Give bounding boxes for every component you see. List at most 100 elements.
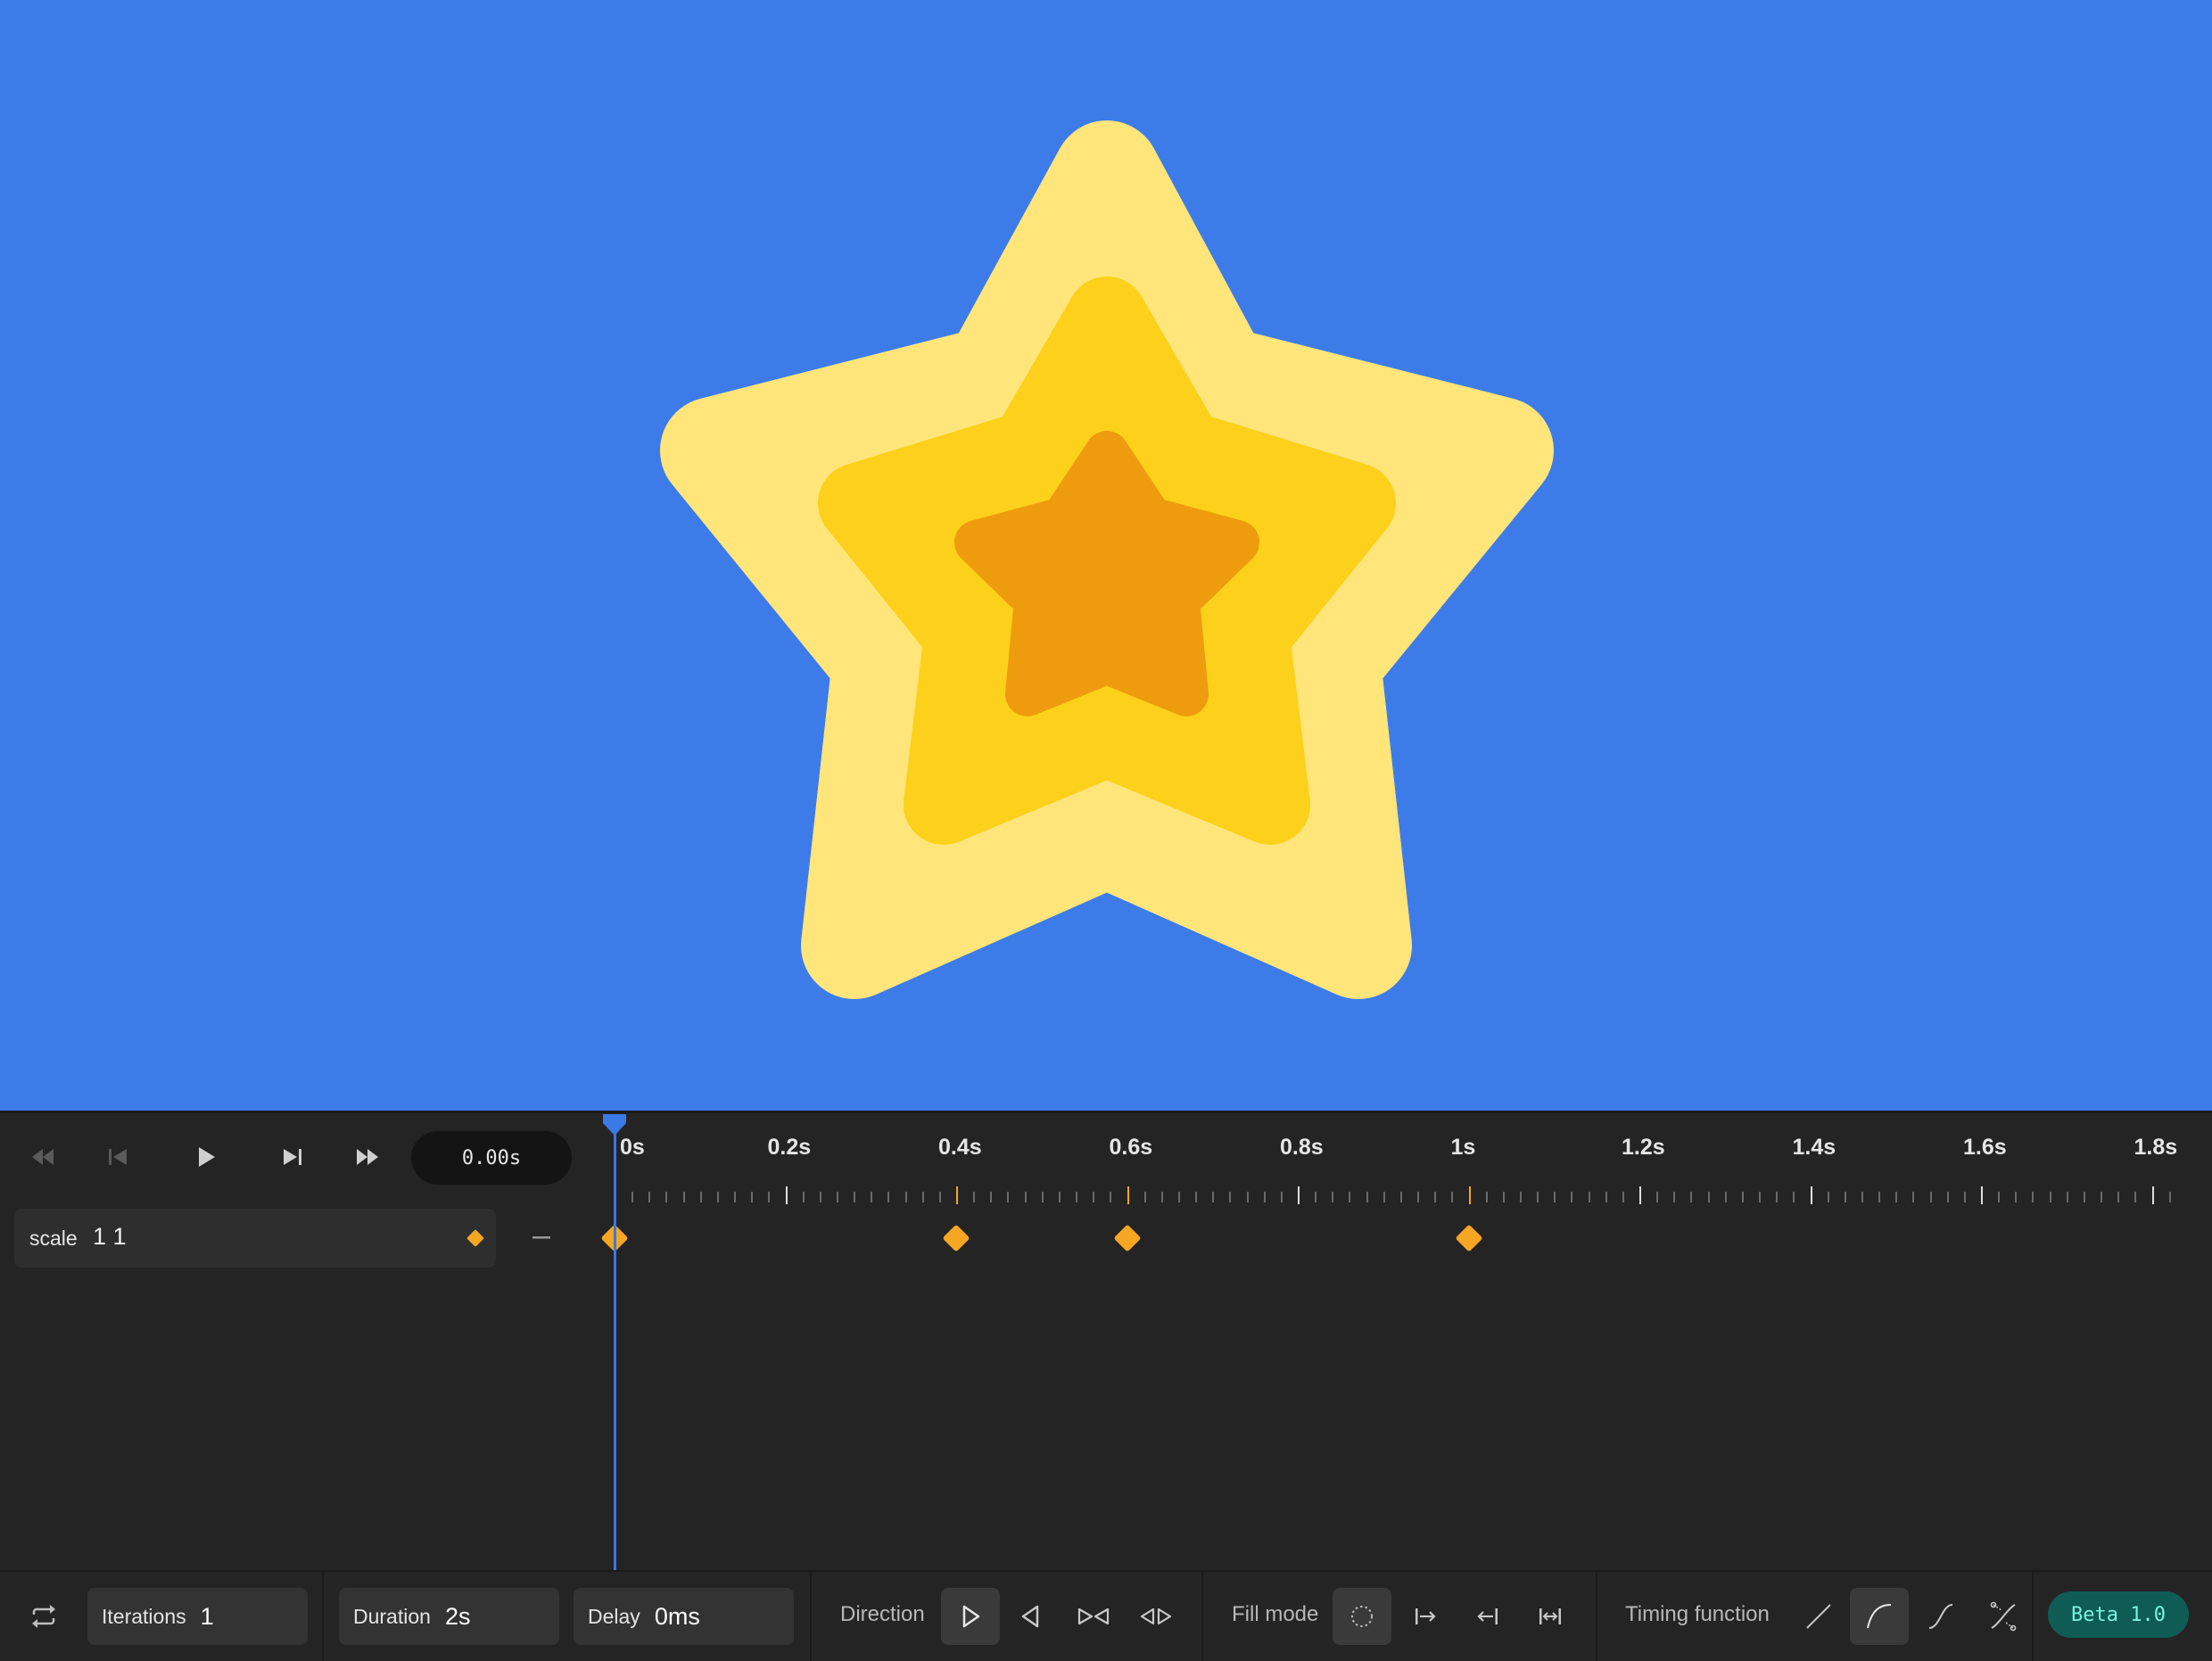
animation-settings-bar: Iterations 1 Duration 2s Delay 0ms Direc… [0, 1570, 2212, 1661]
fill-none-icon [1351, 1606, 1373, 1627]
ruler-tick [1399, 1192, 1402, 1202]
timeline-ruler[interactable]: 0s 0.2s 0.4s 0.6s 0.8s 1s 1.2s 1.4s 1.6s 1.8s [607, 1115, 2212, 1213]
ruler-tick [2066, 1192, 2068, 1202]
ruler-tick [1127, 1186, 1129, 1204]
ruler-tick [887, 1192, 890, 1202]
fill-backwards-button[interactable] [1458, 1588, 1517, 1645]
ruler-tick [1195, 1192, 1198, 1202]
ruler-tick [1298, 1186, 1300, 1204]
ruler-tick [1639, 1186, 1641, 1204]
ruler-tick [904, 1192, 907, 1202]
skip-to-start-button[interactable] [91, 1130, 144, 1184]
ruler-tick [1502, 1192, 1505, 1202]
ruler-tick [648, 1192, 651, 1202]
ease-in-out-icon [1928, 1604, 1953, 1629]
direction-normal-button[interactable] [941, 1588, 1000, 1645]
reverse-icon [1021, 1605, 1039, 1628]
tick-label: 0.4s [938, 1135, 982, 1160]
ruler-tick [1485, 1192, 1488, 1202]
ruler-tick [1093, 1192, 1095, 1202]
ruler-tick [1998, 1192, 2001, 1202]
ruler-tick [631, 1192, 634, 1202]
current-time-display[interactable]: 0.00s [411, 1131, 572, 1185]
ruler-tick [1263, 1192, 1266, 1202]
iterations-value[interactable]: 1 [201, 1603, 214, 1631]
playhead-handle-icon[interactable] [601, 1112, 628, 1137]
ruler-tick [1776, 1192, 1779, 1202]
ruler-tick [1963, 1192, 1966, 1202]
normal-icon [962, 1605, 980, 1628]
ruler-tick [2015, 1192, 2018, 1202]
ruler-tick [1622, 1192, 1624, 1202]
rewind-icon [32, 1149, 54, 1165]
skip-to-end-button[interactable] [266, 1130, 319, 1184]
ruler-tick [734, 1192, 737, 1202]
ruler-tick [921, 1192, 924, 1202]
play-button[interactable] [178, 1130, 232, 1184]
rewind-button[interactable] [16, 1130, 70, 1184]
ruler-tick [2117, 1192, 2120, 1202]
ruler-tick [1946, 1192, 1949, 1202]
ruler-tick [1605, 1192, 1607, 1202]
ruler-tick [1537, 1192, 1539, 1202]
diamond-icon[interactable] [464, 1227, 487, 1250]
ruler-tick [1041, 1192, 1044, 1202]
tick-label: 0.2s [767, 1135, 812, 1160]
ruler-tick [1212, 1192, 1215, 1202]
timing-ease-out-button[interactable] [1850, 1588, 1909, 1645]
ruler-tick [1895, 1192, 1898, 1202]
fill-mode-label: Fill mode [1232, 1602, 1319, 1626]
duration-value[interactable]: 2s [445, 1603, 471, 1631]
fill-forwards-button[interactable] [1396, 1588, 1455, 1645]
preview-canvas [0, 0, 2212, 1111]
direction-reverse-button[interactable] [1002, 1588, 1061, 1645]
ruler-tick [1246, 1192, 1249, 1202]
tick-label: 1.8s [2134, 1135, 2178, 1160]
ruler-tick [2049, 1192, 2051, 1202]
direction-label: Direction [840, 1602, 925, 1626]
fill-both-icon [1539, 1608, 1561, 1624]
fill-none-button[interactable] [1333, 1588, 1391, 1645]
ruler-tick [1724, 1192, 1727, 1202]
ruler-tick [1349, 1192, 1351, 1202]
fill-both-button[interactable] [1521, 1588, 1580, 1645]
loop-icon [32, 1605, 55, 1628]
iterations-field[interactable]: Iterations 1 [87, 1588, 308, 1645]
fill-forwards-icon [1416, 1608, 1436, 1624]
minus-icon[interactable] [530, 1226, 553, 1249]
duration-label: Duration [353, 1604, 431, 1628]
delay-value[interactable]: 0ms [655, 1603, 700, 1631]
timing-custom-bezier-button[interactable] [1974, 1588, 2033, 1645]
fast-forward-button[interactable] [341, 1130, 394, 1184]
timing-ease-in-out-button[interactable] [1911, 1588, 1970, 1645]
ruler-tick [1588, 1192, 1590, 1202]
ruler-tick [2083, 1192, 2085, 1202]
linear-icon [1806, 1604, 1831, 1629]
duration-field[interactable]: Duration 2s [339, 1588, 559, 1645]
ruler-tick [699, 1192, 702, 1202]
star-illustration [660, 120, 1554, 999]
direction-alternate-reverse-button[interactable] [1127, 1588, 1185, 1645]
playhead-line[interactable] [613, 1128, 616, 1570]
ruler-tick [768, 1192, 771, 1202]
ruler-tick [1315, 1192, 1317, 1202]
delay-field[interactable]: Delay 0ms [574, 1588, 794, 1645]
track-row-scale[interactable]: scale 1 1 [14, 1209, 496, 1268]
ruler-tick [1878, 1192, 1881, 1202]
skip-to-start-icon [109, 1149, 127, 1165]
play-icon [199, 1147, 215, 1167]
ruler-tick [785, 1186, 788, 1204]
ruler-tick [716, 1192, 719, 1202]
track-property-value[interactable]: 1 1 [93, 1223, 127, 1251]
timing-linear-button[interactable] [1789, 1588, 1848, 1645]
ruler-tick [1434, 1192, 1437, 1202]
ruler-tick [1007, 1192, 1010, 1202]
direction-alternate-button[interactable] [1064, 1588, 1123, 1645]
ruler-tick [1366, 1192, 1368, 1202]
tick-label: 1s [1450, 1135, 1476, 1160]
skip-to-end-icon [284, 1149, 301, 1165]
ruler-tick [836, 1192, 838, 1202]
ruler-tick [1058, 1192, 1061, 1202]
loop-button[interactable] [14, 1588, 73, 1645]
ruler-tick [1690, 1192, 1693, 1202]
